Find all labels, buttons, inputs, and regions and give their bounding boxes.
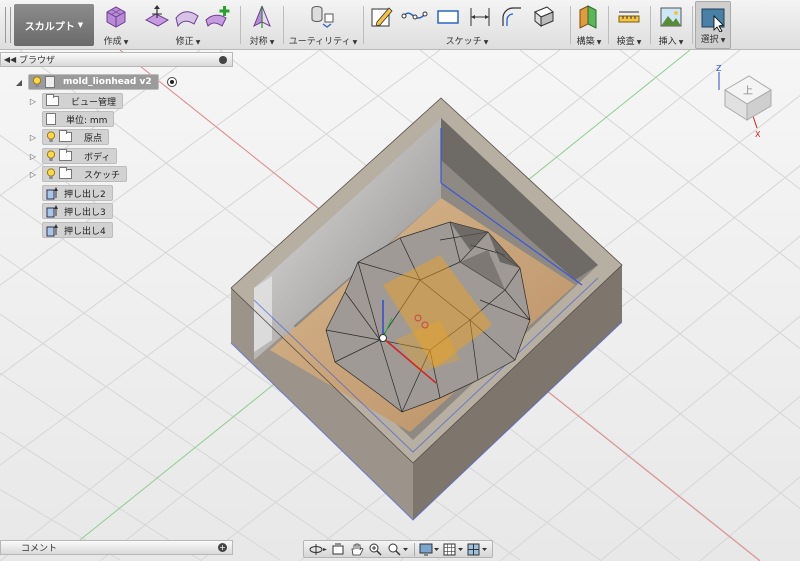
extrude-icon: [46, 204, 58, 217]
tree-item-sketches[interactable]: ▷ スケッチ: [28, 166, 128, 182]
toolbar-grip[interactable]: [5, 7, 11, 43]
toolbar-group-symmetry[interactable]: 対称 ▼: [244, 0, 280, 50]
add-comment-icon[interactable]: +: [218, 543, 227, 552]
toolbar-group-construct[interactable]: 構築 ▼: [573, 0, 605, 50]
tree-item-label: 単位: mm: [66, 115, 108, 126]
folder-icon: [46, 94, 59, 106]
tree-item-label: 押し出し3: [64, 207, 106, 218]
tree-item-label: 原点: [84, 133, 103, 144]
lightbulb-icon[interactable]: [46, 131, 56, 143]
spline-icon: [401, 11, 428, 20]
toolbar-group-utilities[interactable]: ユーティリティ ▼: [287, 0, 359, 50]
viewports-icon[interactable]: [467, 543, 489, 556]
root-label: mold_lionhead v2: [63, 77, 152, 87]
workspace-switcher[interactable]: スカルプト ▼: [14, 4, 94, 46]
collapsed-triangle-icon[interactable]: ▷: [28, 133, 38, 142]
folder-icon: [59, 130, 72, 142]
insert-image-icon: [660, 7, 682, 27]
insert-edge-icon: [205, 6, 230, 27]
comments-panel[interactable]: コメント +: [0, 540, 233, 555]
group-label-create: 作成: [103, 37, 122, 47]
pin-icon[interactable]: [219, 56, 227, 64]
component-icon: [45, 76, 55, 88]
folder-icon: [59, 167, 72, 179]
tree-item-extrude-3[interactable]: 押し出し3: [38, 203, 113, 219]
grid-settings-icon[interactable]: [443, 543, 465, 556]
project-include-icon: [534, 6, 554, 28]
extrude-icon: [46, 223, 58, 236]
toolbar-group-modify[interactable]: 修正 ▼: [140, 0, 236, 50]
tree-item-label: 押し出し4: [64, 226, 106, 237]
tree-item-extrude-4[interactable]: 押し出し4: [38, 222, 113, 238]
surface-modify-icon: [175, 11, 199, 28]
look-at-icon[interactable]: [331, 543, 345, 556]
document-icon: [46, 113, 56, 125]
group-label-construct: 構築: [576, 37, 595, 47]
toolbar: スカルプト ▼ 作成 ▼ 修正 ▼ 対称 ▼ ユーティリティ ▼ スケッチ ▼ …: [0, 0, 800, 50]
lightbulb-icon[interactable]: [46, 168, 56, 180]
collapsed-triangle-icon[interactable]: ▷: [28, 152, 38, 161]
group-label-utilities: ユーティリティ: [288, 37, 351, 47]
symmetry-icon: [253, 5, 271, 28]
tree-item-label: スケッチ: [84, 170, 121, 181]
navigation-bar: [303, 540, 493, 558]
utilities-icon: [311, 6, 334, 28]
viewcube[interactable]: Z X 上: [705, 60, 795, 150]
tree-item-label: ビュー管理: [71, 97, 117, 108]
lightbulb-icon[interactable]: [46, 150, 56, 162]
folder-icon: [59, 149, 72, 161]
edit-form-icon: [144, 5, 170, 27]
tree-item-bodies[interactable]: ▷ ボディ: [28, 148, 118, 164]
tree-root[interactable]: ◢ mold_lionhead v2: [14, 74, 177, 90]
zoom-icon[interactable]: [368, 543, 382, 556]
toolbar-group-inspect[interactable]: 検査 ▼: [611, 0, 647, 50]
rectangle-icon: [437, 10, 459, 24]
create-form-icon: [106, 6, 126, 28]
collapsed-triangle-icon[interactable]: ▷: [28, 170, 38, 179]
comments-title: コメント: [21, 544, 58, 554]
collapse-icon[interactable]: ◀◀: [1, 55, 19, 64]
toolbar-group-sketch[interactable]: スケッチ ▼: [367, 0, 567, 50]
group-label-sketch: スケッチ: [445, 37, 482, 47]
fillet-sketch-icon: [502, 7, 521, 26]
activate-radio-icon[interactable]: [166, 77, 177, 87]
group-label-select: 選択: [700, 35, 719, 45]
measure-icon: [618, 11, 640, 23]
lightbulb-icon[interactable]: [32, 76, 42, 88]
display-settings-icon[interactable]: [419, 543, 441, 556]
group-label-inspect: 検査: [616, 37, 635, 47]
chevron-down-icon: ▼: [77, 21, 84, 29]
workspace-label: スカルプト: [24, 21, 75, 33]
browser-header[interactable]: ◀◀ ブラウザ: [0, 52, 233, 67]
toolbar-group-insert[interactable]: 挿入 ▼: [653, 0, 689, 50]
fit-zoom-icon[interactable]: [387, 543, 409, 556]
tree-item-label: ボディ: [84, 152, 111, 163]
select-icon: [701, 8, 725, 32]
group-label-insert: 挿入: [658, 37, 677, 47]
viewcube-face-label: 上: [743, 85, 753, 97]
dimension-icon: [470, 8, 490, 26]
tree-item-extrude-2[interactable]: 押し出し2: [38, 185, 113, 201]
browser-title: ブラウザ: [19, 56, 56, 66]
orbit-icon[interactable]: [308, 543, 328, 556]
tree-item-label: 押し出し2: [64, 189, 106, 200]
expanded-triangle-icon[interactable]: ◢: [14, 78, 24, 87]
collapsed-triangle-icon[interactable]: ▷: [28, 97, 38, 106]
svg-text:Z: Z: [716, 64, 722, 73]
construct-plane-icon: [579, 5, 597, 29]
extrude-icon: [46, 186, 58, 199]
tree-item-units[interactable]: 単位: mm: [38, 111, 115, 127]
toolbar-group-select[interactable]: 選択 ▼: [695, 1, 731, 49]
group-label-symmetry: 対称: [249, 37, 268, 47]
svg-text:X: X: [755, 130, 761, 139]
toolbar-group-create[interactable]: 作成 ▼: [98, 0, 134, 50]
group-label-modify: 修正: [175, 37, 194, 47]
tree-item-origin[interactable]: ▷ 原点: [28, 129, 110, 145]
create-sketch-icon: [371, 7, 393, 27]
pan-hand-icon[interactable]: [350, 543, 364, 556]
tree-item-view-management[interactable]: ▷ ビュー管理: [28, 93, 124, 109]
